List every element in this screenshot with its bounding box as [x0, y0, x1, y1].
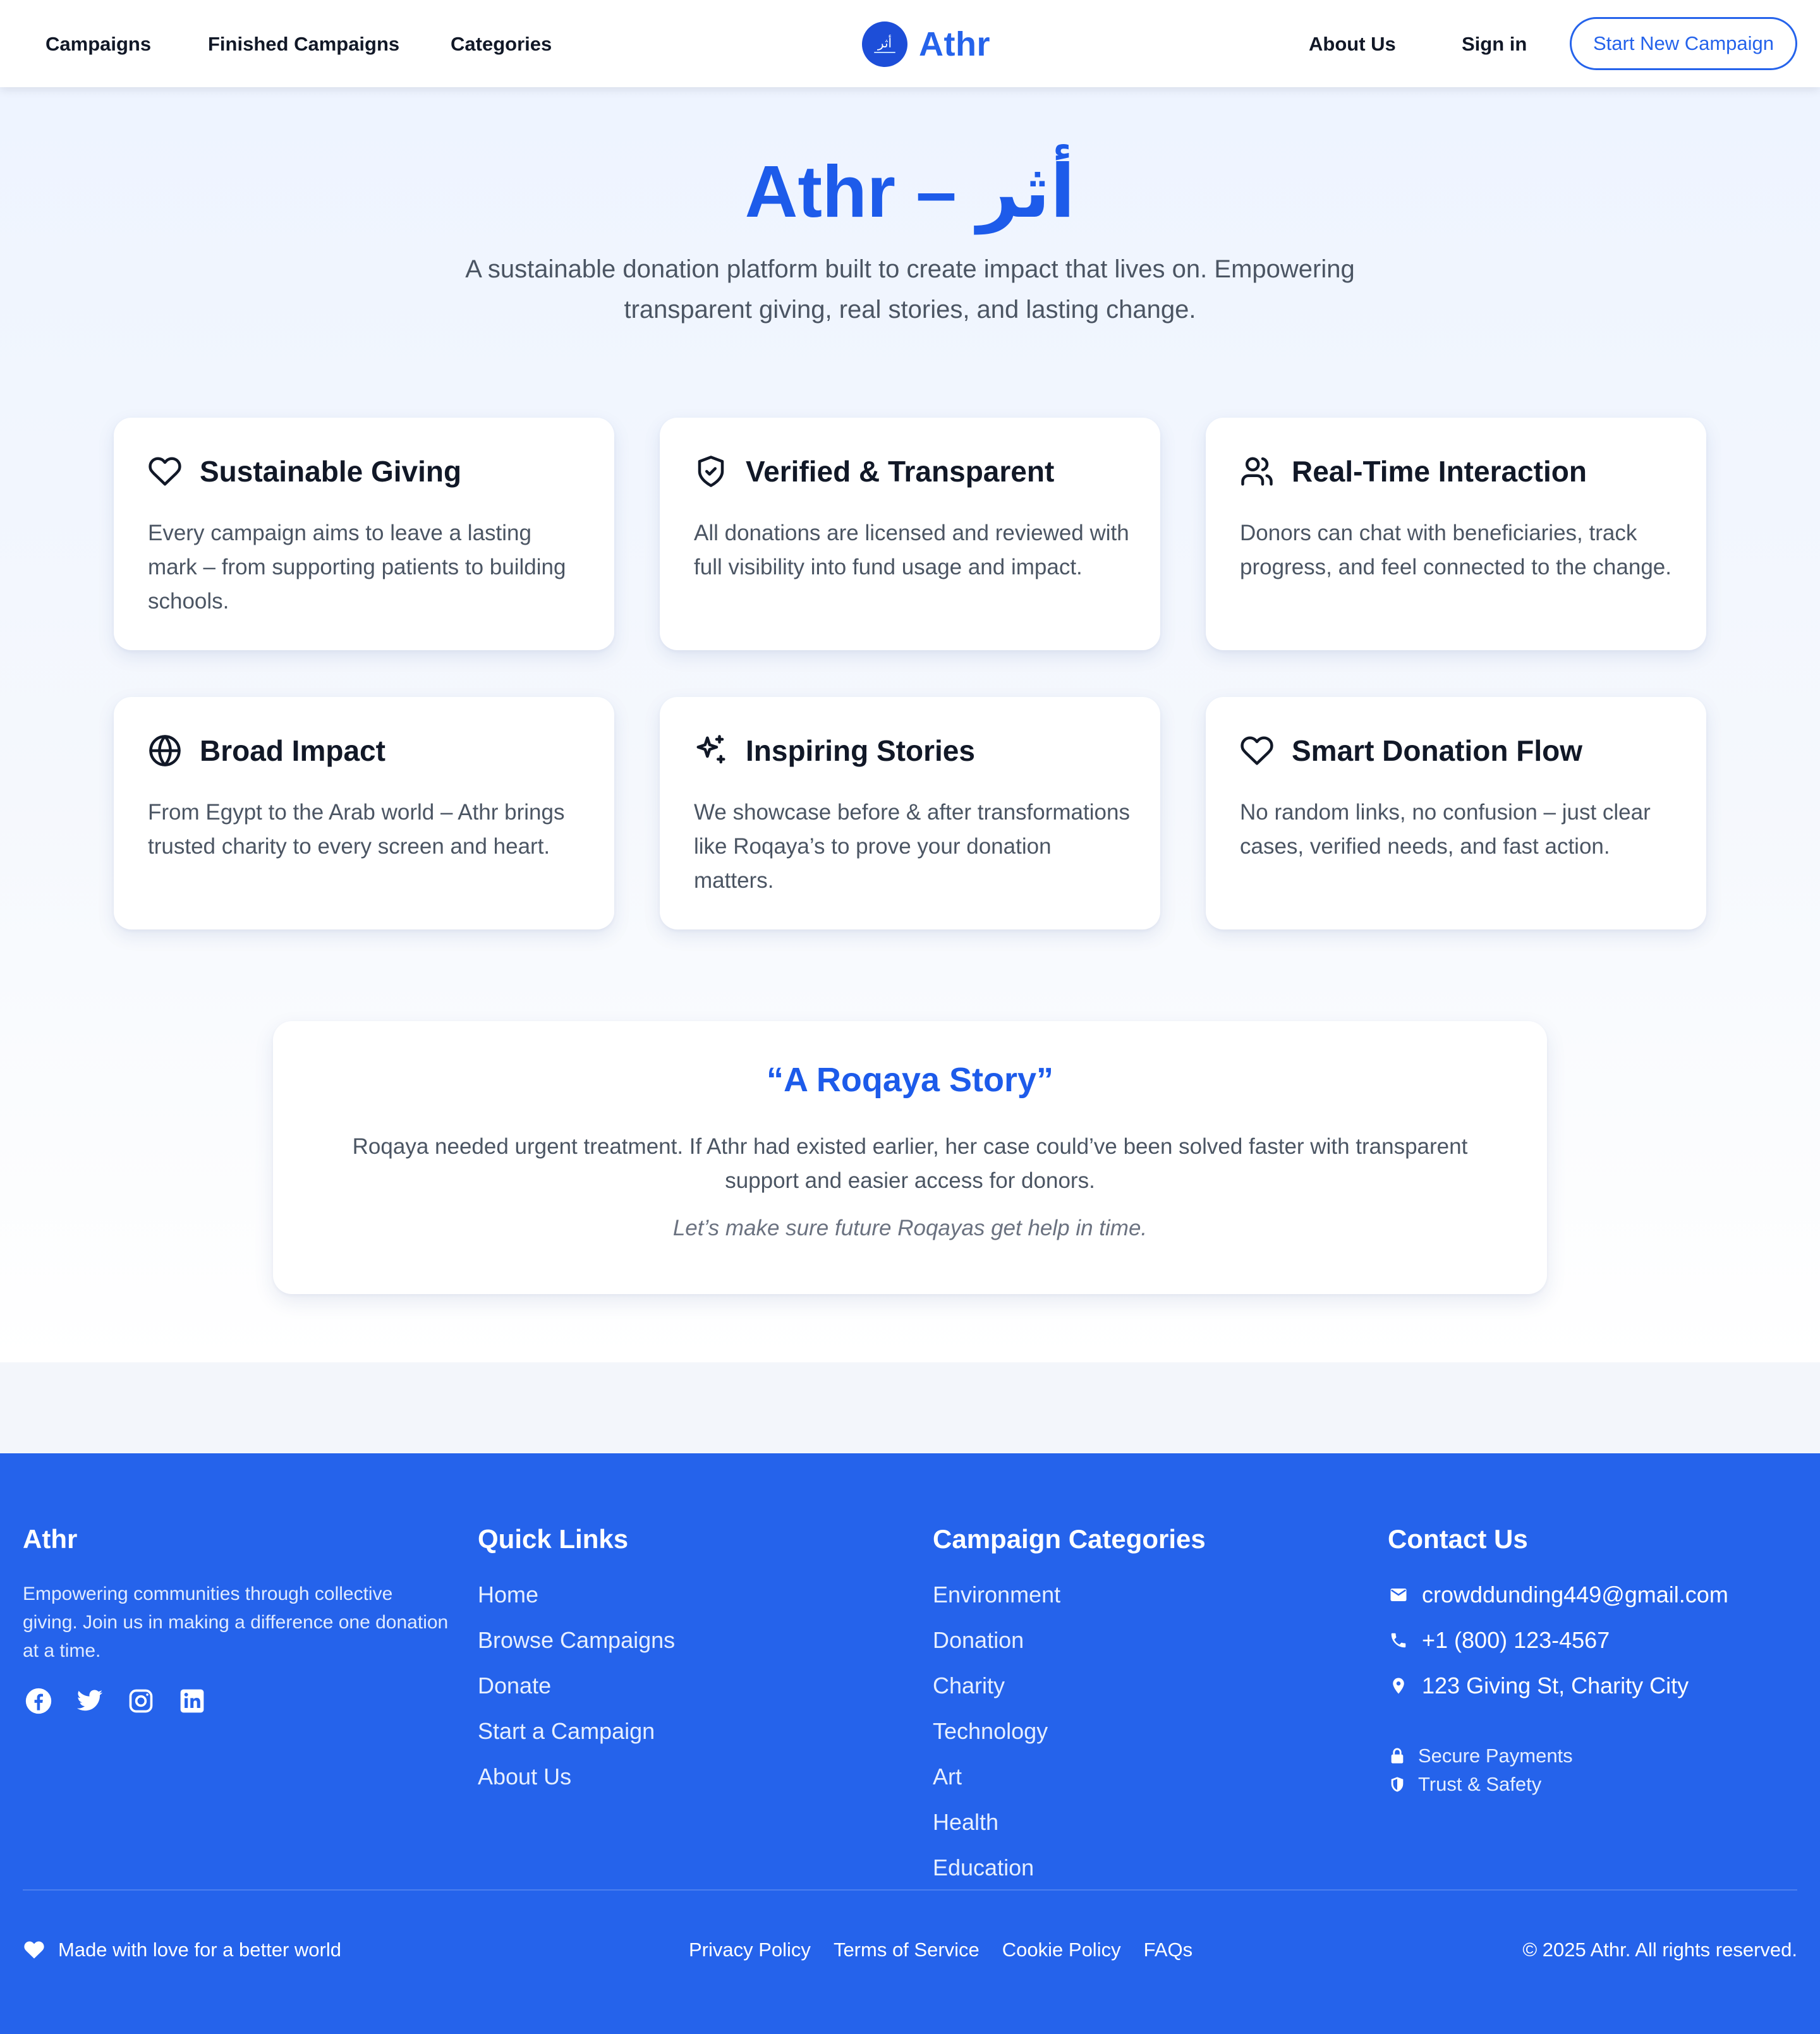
twitter-icon[interactable] — [74, 1685, 106, 1717]
secure-payments-badge: Secure Payments — [1388, 1741, 1728, 1770]
contact-us-heading: Contact Us — [1388, 1524, 1528, 1554]
trust-safety-text: Trust & Safety — [1418, 1772, 1542, 1795]
site-footer: Athr Empowering communities through coll… — [0, 1453, 1820, 2034]
privacy-policy-link[interactable]: Privacy Policy — [689, 1939, 811, 1961]
legal-links: Privacy Policy Terms of Service Cookie P… — [689, 1939, 1215, 1961]
feature-card-inspiring-stories: Inspiring Stories We showcase before & a… — [660, 697, 1160, 929]
feature-card-verified-transparent: Verified & Transparent All donations are… — [660, 418, 1160, 650]
footer-category-education[interactable]: Education — [933, 1845, 1206, 1891]
lock-icon — [1388, 1746, 1407, 1765]
feature-card-real-time-interaction: Real-Time Interaction Donors can chat wi… — [1206, 418, 1706, 650]
phone-icon — [1388, 1630, 1409, 1651]
feature-title: Broad Impact — [200, 734, 385, 767]
footer-category-technology[interactable]: Technology — [933, 1709, 1206, 1754]
linkedin-icon[interactable] — [176, 1685, 208, 1717]
contact-email-text: crowddunding449@gmail.com — [1422, 1582, 1728, 1607]
map-pin-icon — [1388, 1675, 1409, 1697]
footer-quick-links-column: Quick Links Home Browse Campaigns Donate… — [478, 1524, 675, 1800]
feature-description: No random links, no confusion – just cle… — [1240, 800, 1651, 859]
main-content: Athr – أثر A sustainable donation platfo… — [0, 87, 1820, 1362]
brand-logo: أثر — [862, 21, 907, 67]
heart-icon — [148, 454, 182, 488]
sign-in-link[interactable]: Sign in — [1462, 30, 1527, 58]
secure-payments-text: Secure Payments — [1418, 1744, 1573, 1767]
mail-icon — [1388, 1584, 1409, 1606]
footer-contact-column: Contact Us crowddunding449@gmail.com +1 … — [1388, 1524, 1728, 1798]
contact-address: 123 Giving St, Charity City — [1388, 1663, 1728, 1709]
roqaya-story-card: “A Roqaya Story” Roqaya needed urgent tr… — [273, 1021, 1547, 1294]
feature-title: Inspiring Stories — [746, 734, 975, 767]
top-navbar: Campaigns Finished Campaigns Categories … — [0, 0, 1820, 87]
story-title: “A Roqaya Story” — [766, 1061, 1054, 1099]
facebook-icon[interactable] — [23, 1685, 54, 1717]
feature-description: We showcase before & after transformatio… — [694, 800, 1130, 893]
hero-title-latin: Athr – — [744, 150, 977, 233]
sparkles-icon — [694, 734, 728, 768]
quick-links-heading: Quick Links — [478, 1524, 629, 1554]
brand-home-link[interactable]: أثر Athr — [862, 20, 990, 68]
contact-phone[interactable]: +1 (800) 123-4567 — [1388, 1618, 1728, 1663]
footer-link-browse-campaigns[interactable]: Browse Campaigns — [478, 1618, 675, 1663]
contact-phone-text: +1 (800) 123-4567 — [1422, 1627, 1610, 1653]
hero-title: Athr – أثر — [0, 147, 1820, 236]
brand-logo-underline — [874, 51, 895, 53]
footer-link-start-a-campaign[interactable]: Start a Campaign — [478, 1709, 675, 1754]
terms-of-service-link[interactable]: Terms of Service — [834, 1939, 980, 1961]
brand-logo-mark: أثر — [877, 35, 892, 51]
made-with-love: Made with love for a better world — [23, 1939, 341, 1961]
feature-description: Every campaign aims to leave a lasting m… — [148, 521, 566, 614]
feature-card-sustainable-giving: Sustainable Giving Every campaign aims t… — [114, 418, 614, 650]
section-spacer — [0, 1362, 1820, 1453]
feature-card-smart-donation-flow: Smart Donation Flow No random links, no … — [1206, 697, 1706, 929]
feature-title: Smart Donation Flow — [1292, 734, 1582, 767]
shield-icon — [1388, 1775, 1407, 1794]
users-icon — [1240, 454, 1274, 488]
footer-link-about-us[interactable]: About Us — [478, 1754, 675, 1800]
feature-description: Donors can chat with beneficiaries, trac… — [1240, 521, 1671, 579]
contact-email[interactable]: crowddunding449@gmail.com — [1388, 1572, 1728, 1618]
footer-link-home[interactable]: Home — [478, 1572, 675, 1618]
cookie-policy-link[interactable]: Cookie Policy — [1002, 1939, 1121, 1961]
footer-about-text: Empowering communities through collectiv… — [23, 1583, 449, 1661]
feature-description: From Egypt to the Arab world – Athr brin… — [148, 800, 565, 859]
nav-link-categories[interactable]: Categories — [451, 30, 552, 58]
faqs-link[interactable]: FAQs — [1144, 1939, 1193, 1961]
trust-badges: Secure Payments Trust & Safety — [1388, 1741, 1728, 1798]
feature-description: All donations are licensed and reviewed … — [694, 521, 1129, 579]
footer-divider — [23, 1889, 1797, 1891]
shield-check-icon — [694, 454, 728, 488]
footer-category-environment[interactable]: Environment — [933, 1572, 1206, 1618]
story-text: Roqaya needed urgent treatment. If Athr … — [352, 1134, 1468, 1193]
brand-name: Athr — [919, 25, 990, 63]
footer-category-donation[interactable]: Donation — [933, 1618, 1206, 1663]
heart-icon — [1240, 734, 1274, 768]
footer-categories-column: Campaign Categories Environment Donation… — [933, 1524, 1206, 1891]
story-quote: Let’s make sure future Roqayas get help … — [672, 1216, 1148, 1240]
heart-icon — [23, 1939, 46, 1961]
feature-title: Real-Time Interaction — [1292, 455, 1587, 488]
nav-link-about-us[interactable]: About Us — [1309, 30, 1396, 58]
hero-title-arabic: أثر — [976, 149, 1076, 234]
footer-category-charity[interactable]: Charity — [933, 1663, 1206, 1709]
trust-safety-badge: Trust & Safety — [1388, 1770, 1728, 1798]
campaign-categories-heading: Campaign Categories — [933, 1524, 1206, 1554]
feature-title: Sustainable Giving — [200, 455, 462, 488]
instagram-icon[interactable] — [125, 1685, 157, 1717]
made-with-love-text: Made with love for a better world — [58, 1939, 341, 1961]
footer-category-art[interactable]: Art — [933, 1754, 1206, 1800]
feature-title: Verified & Transparent — [746, 455, 1055, 488]
start-new-campaign-button[interactable]: Start New Campaign — [1570, 17, 1797, 70]
globe-icon — [148, 734, 182, 768]
social-links — [23, 1685, 452, 1717]
footer-category-health[interactable]: Health — [933, 1800, 1206, 1845]
nav-link-campaigns[interactable]: Campaigns — [46, 30, 151, 58]
footer-brand: Athr — [23, 1524, 78, 1554]
copyright-text: © 2025 Athr. All rights reserved. — [1522, 1939, 1797, 1961]
hero-subtitle: A sustainable donation platform built to… — [465, 255, 1355, 324]
nav-link-finished-campaigns[interactable]: Finished Campaigns — [208, 30, 399, 58]
footer-about-column: Athr Empowering communities through coll… — [23, 1524, 452, 1717]
footer-link-donate[interactable]: Donate — [478, 1663, 675, 1709]
feature-card-broad-impact: Broad Impact From Egypt to the Arab worl… — [114, 697, 614, 929]
contact-address-text: 123 Giving St, Charity City — [1422, 1673, 1689, 1698]
